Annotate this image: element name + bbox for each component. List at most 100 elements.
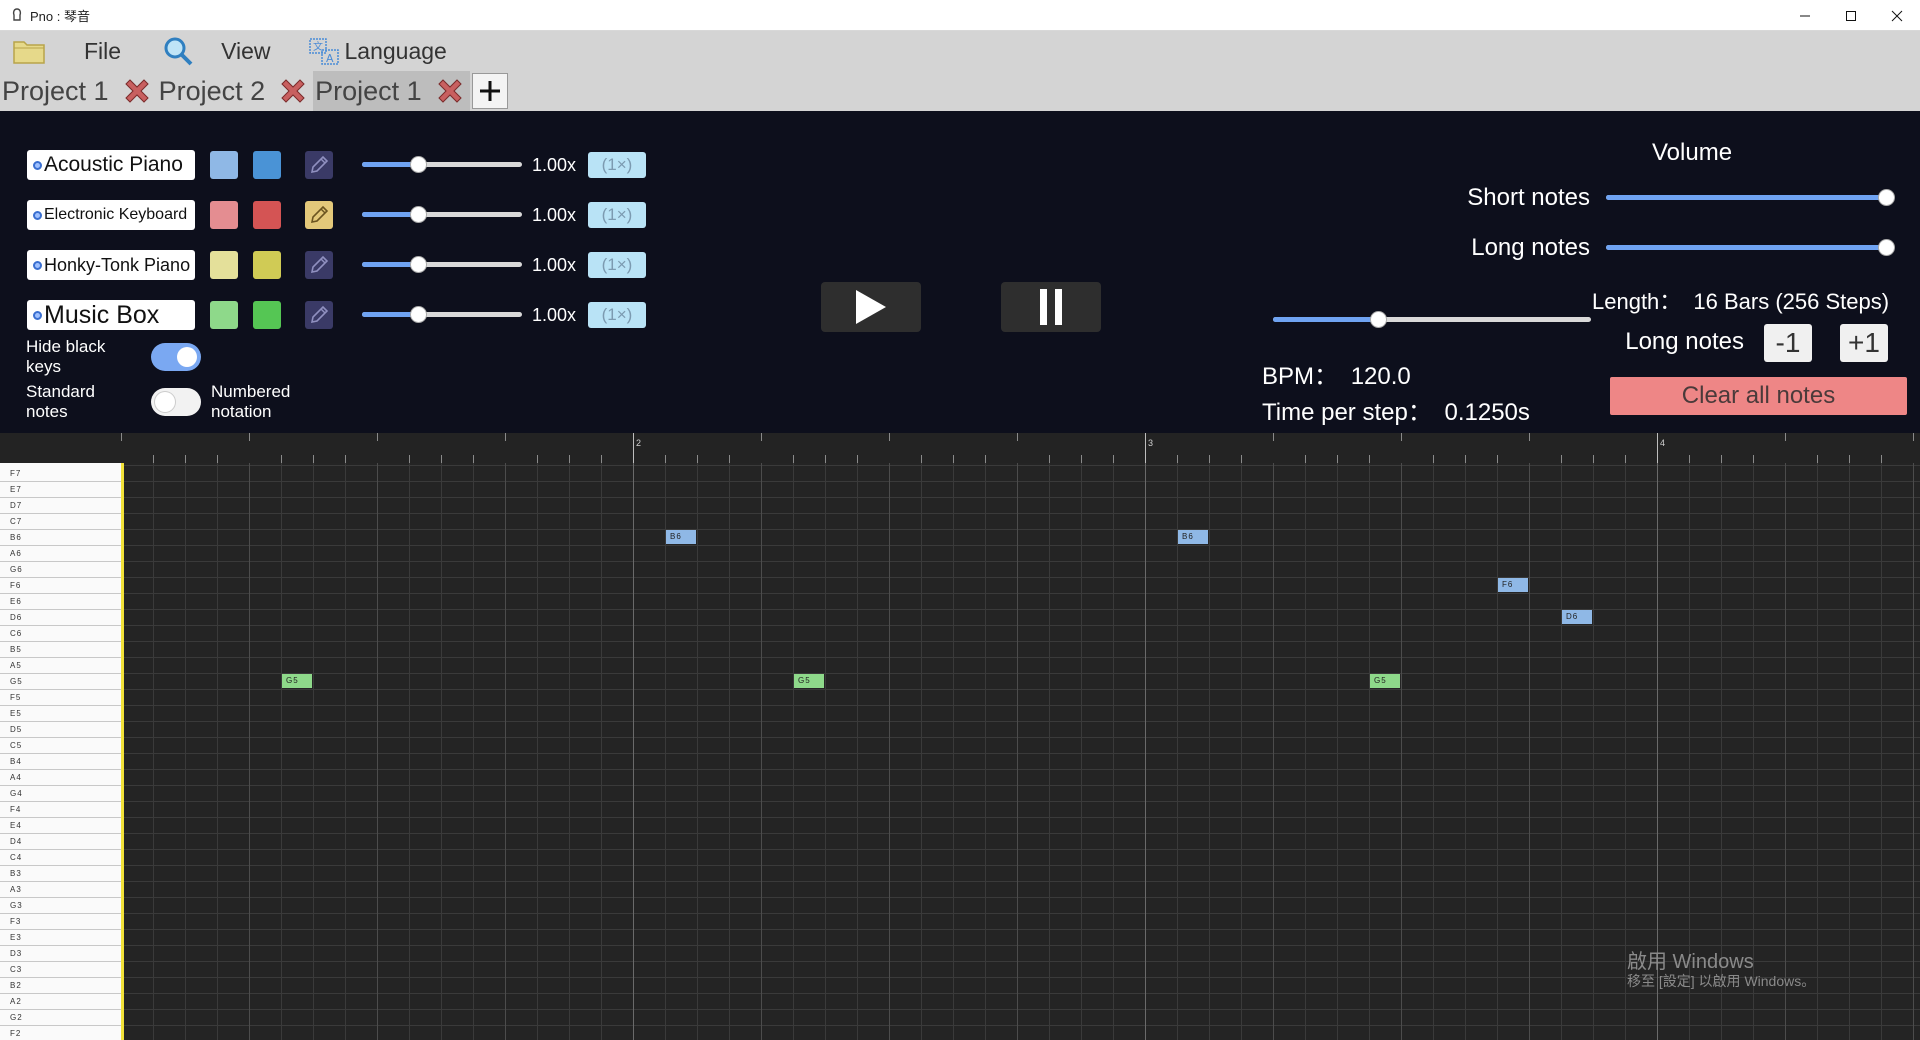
- close-button[interactable]: [1874, 0, 1920, 31]
- tab-close-icon[interactable]: [121, 75, 153, 107]
- pencil-tool-button[interactable]: [305, 301, 333, 329]
- long-notes-volume-slider[interactable]: [1606, 233, 1895, 263]
- note-color-light-swatch[interactable]: [210, 251, 238, 279]
- note-block[interactable]: G5: [794, 674, 824, 688]
- note-block[interactable]: B6: [1178, 530, 1208, 544]
- instrument-selector[interactable]: Honky-Tonk Piano: [27, 250, 195, 280]
- measure-number: 4: [1660, 438, 1666, 448]
- key-divider: [0, 481, 121, 482]
- note-block[interactable]: F6: [1498, 578, 1528, 592]
- menu-view[interactable]: View: [161, 31, 271, 71]
- notation-toggle[interactable]: [151, 388, 201, 416]
- key-divider: [0, 801, 121, 802]
- ruler-tick: [377, 433, 378, 441]
- tab-close-icon[interactable]: [277, 75, 309, 107]
- key-divider: [0, 497, 121, 498]
- note-color-dark-swatch[interactable]: [253, 301, 281, 329]
- playback-rate-value: 1.00x: [532, 204, 577, 225]
- playback-rate-slider[interactable]: [362, 300, 522, 330]
- reset-rate-button[interactable]: (1×): [588, 152, 646, 178]
- ruler-tick: [1049, 455, 1050, 463]
- note-color-light-swatch[interactable]: [210, 301, 238, 329]
- key-divider: [0, 657, 121, 658]
- piano-key-label: D5: [10, 725, 23, 734]
- key-divider: [0, 577, 121, 578]
- ruler-tick: [1817, 455, 1818, 463]
- ruler-tick: [793, 455, 794, 463]
- ruler-tick: [1113, 455, 1114, 463]
- tab-project-3[interactable]: Project 1: [313, 71, 470, 111]
- tab-project-1[interactable]: Project 1: [0, 71, 157, 111]
- piano-key-label: C5: [10, 741, 23, 750]
- ruler-tick: [441, 455, 442, 463]
- playback-rate-slider[interactable]: [362, 250, 522, 280]
- instrument-name: Music Box: [44, 300, 160, 329]
- pencil-icon: [310, 155, 329, 174]
- pencil-tool-button[interactable]: [305, 201, 333, 229]
- tab-label: Project 1: [2, 75, 109, 106]
- tab-project-2[interactable]: Project 2: [157, 71, 314, 111]
- tempo-slider[interactable]: [1273, 305, 1591, 335]
- key-divider: [0, 849, 121, 850]
- timeline-ruler[interactable]: 2345: [0, 433, 1920, 463]
- minimize-button[interactable]: [1782, 0, 1828, 31]
- piano-key-label: E6: [10, 597, 22, 606]
- clear-all-notes-button[interactable]: Clear all notes: [1610, 377, 1907, 415]
- note-block[interactable]: G5: [282, 674, 312, 688]
- pause-button[interactable]: [1001, 282, 1101, 332]
- piano-key-label: E4: [10, 821, 22, 830]
- note-color-light-swatch[interactable]: [210, 201, 238, 229]
- ruler-tick: [313, 455, 314, 463]
- ruler-tick: [1625, 455, 1626, 463]
- long-notes-increment-button[interactable]: +1: [1840, 324, 1888, 362]
- ruler-tick: [1209, 455, 1210, 463]
- ruler-tick: [665, 455, 666, 463]
- key-divider: [0, 945, 121, 946]
- measure-marker: [1145, 433, 1146, 463]
- key-divider: [0, 545, 121, 546]
- short-notes-volume-slider[interactable]: [1606, 183, 1895, 213]
- tab-close-icon[interactable]: [434, 75, 466, 107]
- note-block[interactable]: B6: [666, 530, 696, 544]
- instrument-selector[interactable]: Music Box: [27, 300, 195, 330]
- long-notes-decrement-button[interactable]: -1: [1764, 324, 1812, 362]
- pencil-tool-button[interactable]: [305, 251, 333, 279]
- note-color-dark-swatch[interactable]: [253, 201, 281, 229]
- hide-black-keys-toggle[interactable]: [151, 343, 201, 371]
- menu-language[interactable]: 文 A Language: [307, 31, 447, 71]
- note-color-dark-swatch[interactable]: [253, 151, 281, 179]
- play-button[interactable]: [821, 282, 921, 332]
- add-tab-button[interactable]: [471, 73, 508, 109]
- note-color-light-swatch[interactable]: [210, 151, 238, 179]
- reset-rate-button[interactable]: (1×): [588, 252, 646, 278]
- piano-roll[interactable]: 2345 F7E7D7C7B6A6G6F6E6D6C6B5A5G5F5E5D5C…: [0, 433, 1920, 1040]
- activation-watermark-title: 啟用 Windows: [1627, 951, 1754, 973]
- ruler-tick: [537, 455, 538, 463]
- key-divider: [0, 513, 121, 514]
- playhead[interactable]: [121, 463, 124, 1040]
- instrument-selector[interactable]: Acoustic Piano: [27, 150, 195, 180]
- note-block[interactable]: G5: [1370, 674, 1400, 688]
- instrument-row: Music Box 1.00x (1×): [27, 300, 646, 330]
- menu-file[interactable]: File: [12, 31, 121, 71]
- piano-key-label: F3: [10, 917, 22, 926]
- note-color-dark-swatch[interactable]: [253, 251, 281, 279]
- note-block[interactable]: D6: [1562, 610, 1592, 624]
- reset-rate-button[interactable]: (1×): [588, 202, 646, 228]
- playback-rate-value: 1.00x: [532, 154, 577, 175]
- piano-key-label: A3: [10, 885, 22, 894]
- ruler-tick: [1593, 455, 1594, 463]
- instrument-selector[interactable]: Electronic Keyboard: [27, 200, 195, 230]
- piano-key-label: C7: [10, 517, 23, 526]
- length-label: Length：: [1592, 289, 1682, 314]
- pencil-tool-button[interactable]: [305, 151, 333, 179]
- piano-key-label: D6: [10, 613, 23, 622]
- key-divider: [0, 913, 121, 914]
- playback-rate-slider[interactable]: [362, 150, 522, 180]
- playback-rate-slider[interactable]: [362, 200, 522, 230]
- reset-rate-button[interactable]: (1×): [588, 302, 646, 328]
- time-per-step-label: Time per step：: [1262, 399, 1432, 426]
- piano-keyboard[interactable]: F7 E7 D7 C7 B6 A6 G6 F6 E6 D6 C6 B5 A5 G5 F5 E5 D5 C5 B4 A4…: [0, 463, 121, 1040]
- maximize-button[interactable]: [1828, 0, 1874, 31]
- key-divider: [0, 721, 121, 722]
